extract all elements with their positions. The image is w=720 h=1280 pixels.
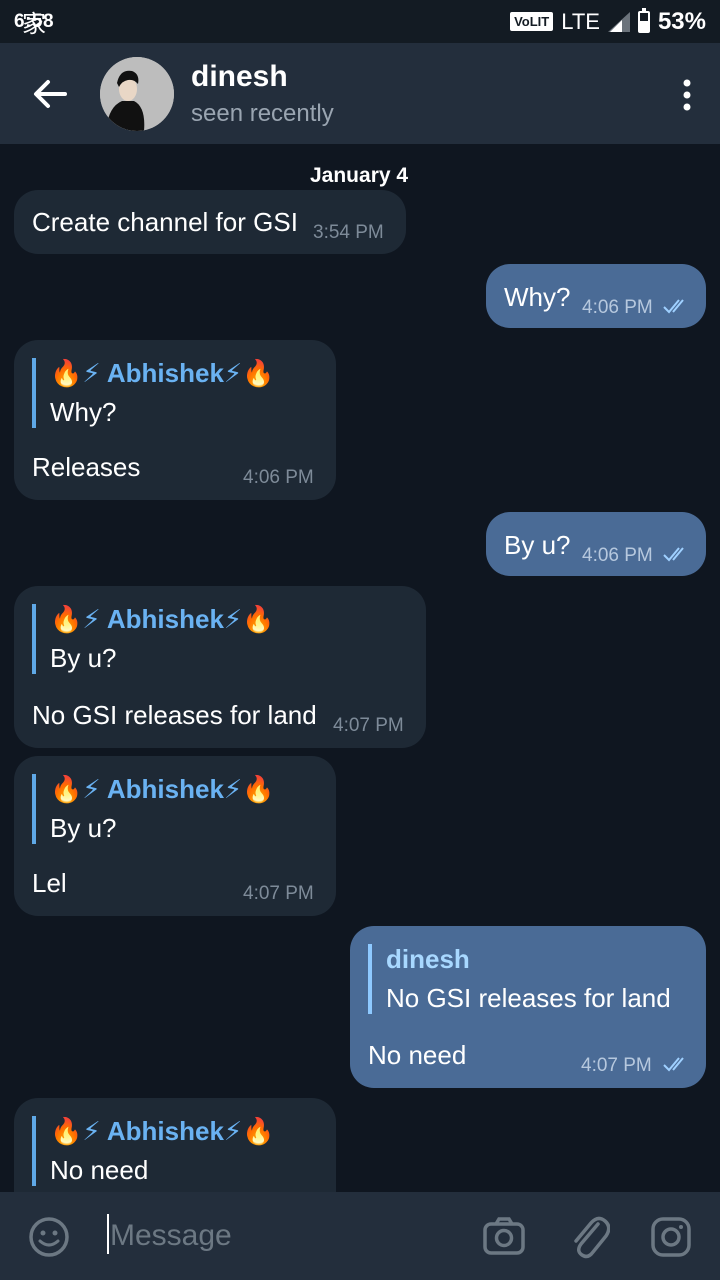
double-check-icon [663, 299, 684, 314]
status-bar: 6:58 家 VoLIT LTE 53% [0, 0, 720, 43]
arrow-left-icon [34, 79, 67, 108]
network-type: LTE [561, 8, 600, 34]
message-bubble-incoming[interactable]: Create channel for GSI 3:54 PM [14, 190, 406, 254]
message-text: No need [368, 1040, 467, 1070]
message-time: 4:06 PM [243, 467, 314, 488]
message-text: Releases [32, 452, 141, 482]
reply-quote[interactable]: 🔥⚡ Abhishek⚡🔥 No need [32, 1116, 275, 1186]
chat-header: dinesh seen recently [0, 43, 720, 144]
message-text: Why? [504, 282, 571, 312]
back-button[interactable] [0, 43, 100, 144]
more-vertical-icon[interactable] [682, 79, 692, 111]
message-composer [0, 1192, 720, 1280]
message-time: 4:07 PM [333, 715, 404, 736]
avatar[interactable] [100, 56, 174, 131]
double-check-icon [663, 1057, 684, 1072]
signal-icon [607, 11, 630, 32]
reply-text: No need [50, 1155, 149, 1185]
message-bubble-incoming[interactable]: 🔥⚡ Abhishek⚡🔥 No need [14, 1098, 336, 1192]
reply-text: Why? [50, 397, 117, 427]
reply-author: 🔥⚡ Abhishek⚡🔥 [50, 358, 275, 388]
message-input[interactable] [110, 1214, 450, 1258]
message-time: 4:06 PM [582, 545, 653, 566]
message-text: Lel [32, 868, 67, 898]
message-bubble-outgoing[interactable]: dinesh No GSI releases for land No need … [350, 926, 706, 1088]
message-time: 3:54 PM [313, 222, 384, 243]
reply-author: dinesh [386, 944, 470, 974]
message-time: 4:07 PM [581, 1055, 652, 1076]
double-check-icon [663, 547, 684, 562]
message-text: Create channel for GSI [32, 207, 298, 237]
message-bubble-incoming[interactable]: 🔥⚡ Abhishek⚡🔥 By u? Lel 4:07 PM [14, 756, 336, 916]
date-label: January 4 [310, 164, 409, 187]
message-time: 4:07 PM [243, 883, 314, 904]
message-bubble-outgoing[interactable]: By u? 4:06 PM [486, 512, 706, 576]
reply-author: 🔥⚡ Abhishek⚡🔥 [50, 604, 275, 634]
reply-quote[interactable]: 🔥⚡ Abhishek⚡🔥 Why? [32, 358, 275, 428]
message-text: No GSI releases for land [32, 700, 317, 730]
reply-text: By u? [50, 813, 117, 843]
battery-percent: 53% [657, 7, 706, 35]
reply-author: 🔥⚡ Abhishek⚡🔥 [50, 774, 275, 804]
reply-author: 🔥⚡ Abhishek⚡🔥 [50, 1116, 275, 1146]
profile-silhouette-icon [100, 56, 174, 131]
text-caret [107, 1214, 109, 1254]
contact-status: seen recently [191, 99, 334, 127]
message-list[interactable]: Create channel for GSI 3:54 PM January 4… [0, 144, 720, 1192]
message-bubble-incoming[interactable]: 🔥⚡ Abhishek⚡🔥 Why? Releases 4:06 PM [14, 340, 336, 500]
paperclip-icon[interactable] [568, 1212, 610, 1260]
reply-text: By u? [50, 643, 117, 673]
volte-badge: VoLIT [510, 12, 554, 31]
reply-quote[interactable]: 🔥⚡ Abhishek⚡🔥 By u? [32, 604, 275, 674]
clock: 6:58 [14, 10, 55, 32]
message-bubble-outgoing[interactable]: Why? 4:06 PM [486, 264, 706, 328]
reply-quote[interactable]: 🔥⚡ Abhishek⚡🔥 By u? [32, 774, 275, 844]
reply-quote[interactable]: dinesh No GSI releases for land [368, 944, 671, 1014]
message-text: By u? [504, 530, 571, 560]
instagram-icon[interactable] [650, 1216, 692, 1258]
emoji-icon[interactable] [28, 1216, 70, 1258]
message-time: 4:06 PM [582, 297, 653, 318]
camera-icon[interactable] [482, 1216, 526, 1256]
message-bubble-incoming[interactable]: 🔥⚡ Abhishek⚡🔥 By u? No GSI releases for … [14, 586, 426, 748]
contact-name: dinesh [191, 59, 288, 93]
reply-text: No GSI releases for land [386, 983, 671, 1013]
battery-icon [637, 7, 650, 33]
